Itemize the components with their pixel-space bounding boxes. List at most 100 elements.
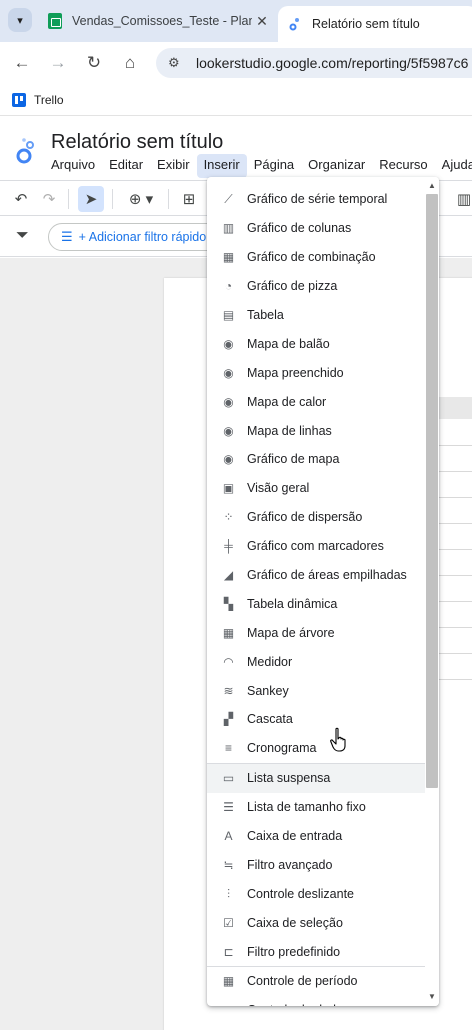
insert-menu-item[interactable]: ☑ Caixa de seleção <box>207 908 425 937</box>
scroll-up-arrow-icon[interactable]: ▲ <box>425 180 439 192</box>
menu-recurso[interactable]: Recurso <box>372 154 434 178</box>
insert-menu-item[interactable]: ☰ Lista de tamanho fixo <box>207 793 425 822</box>
gauge-icon: ◠ <box>223 654 234 669</box>
insert-menu-item[interactable]: ≒ Filtro avançado <box>207 850 425 879</box>
insert-menu-item[interactable]: ◔ Gráfico de pizza <box>207 272 425 301</box>
address-bar[interactable]: ⚙ lookerstudio.google.com/reporting/5f59… <box>156 48 472 78</box>
insert-menu-item[interactable]: ≋ Sankey <box>207 676 425 705</box>
menu-pagina[interactable]: Página <box>247 154 301 178</box>
insert-menu-list: ⟋ Gráfico de série temporal ▥ Gráfico de co… <box>207 185 425 1006</box>
site-info-icon[interactable]: ⚙ <box>168 55 186 71</box>
menu-scrollbar-thumb[interactable] <box>426 194 438 788</box>
insert-menu-item[interactable]: ▞ Cascata <box>207 705 425 734</box>
insert-menu-item[interactable]: ▭ Lista suspensa <box>207 763 425 793</box>
insert-menu-item[interactable]: ≡ Cronograma <box>207 734 425 763</box>
insert-menu-item-label: Gráfico de áreas empilhadas <box>247 568 407 583</box>
insert-menu-item-label: Filtro predefinido <box>247 944 341 959</box>
tab-search-chevron-icon[interactable]: ▾ <box>8 8 32 32</box>
undo-icon[interactable]: ↶ <box>10 186 32 212</box>
insert-menu-item-label: Visão geral <box>247 481 310 496</box>
insert-menu-item-label: Gráfico de combinação <box>247 250 376 265</box>
insert-menu-item[interactable]: ◠ Medidor <box>207 647 425 676</box>
browser-tab-report[interactable]: Relatório sem título <box>278 6 472 42</box>
pivot-table-icon: ▚ <box>223 596 234 611</box>
select-pointer-icon[interactable]: ➤ <box>78 186 104 212</box>
forward-arrow-icon[interactable]: → <box>46 52 70 74</box>
advanced-filter-icon: ≒ <box>223 857 234 872</box>
browser-tab-spreadsheet[interactable]: Vendas_Comissoes_Teste - Planilhas Googl… <box>40 6 272 36</box>
report-title[interactable]: Relatório sem título <box>51 131 223 154</box>
insert-menu-item-label: Gráfico de colunas <box>247 221 352 236</box>
waterfall-icon: ▞ <box>223 712 234 727</box>
insert-menu-item[interactable]: ▦ Gráfico de combinação <box>207 243 425 272</box>
insert-menu-item-label: Mapa de calor <box>247 394 327 409</box>
insert-menu-item-label: Mapa preenchido <box>247 365 344 380</box>
add-page-icon[interactable]: ⊞ <box>178 186 200 212</box>
insert-menu-item-label: Caixa de entrada <box>247 829 343 844</box>
menu-editar[interactable]: Editar <box>102 154 150 178</box>
insert-menu-item[interactable]: ◉ Mapa de linhas <box>207 416 425 445</box>
insert-menu-item[interactable]: ▥ Gráfico de colunas <box>207 214 425 243</box>
insert-menu-item-label: Mapa de linhas <box>247 423 332 438</box>
app-header: Relatório sem título Arquivo Editar Exib… <box>0 117 472 179</box>
insert-menu-item-label: Gráfico com marcadores <box>247 539 384 554</box>
back-arrow-icon[interactable]: ← <box>10 52 34 74</box>
tab-close-icon[interactable]: ✕ <box>252 13 272 30</box>
filter-list-icon: ☰ <box>61 229 73 244</box>
insert-menu-item[interactable]: ⫶ Controle deslizante <box>207 879 425 908</box>
looker-studio-logo-icon <box>16 138 34 164</box>
input-box-icon: A <box>224 829 233 844</box>
scroll-down-arrow-icon[interactable]: ▼ <box>425 991 439 1003</box>
bookmark-trello[interactable]: Trello <box>34 93 64 107</box>
url-text: lookerstudio.google.com/reporting/5f5987… <box>196 55 469 71</box>
tab-title: Relatório sem título <box>312 17 420 31</box>
scorecard-icon: ▣ <box>222 481 235 496</box>
insert-menu-item-label: Mapa de árvore <box>247 625 335 640</box>
toolbar-divider <box>168 189 169 209</box>
insert-menu-item-label: Filtro avançado <box>247 857 333 872</box>
insert-menu-item[interactable]: ◉ Mapa de calor <box>207 387 425 416</box>
menu-ajuda[interactable]: Ajuda <box>435 154 472 178</box>
insert-menu-item[interactable]: ▤ Tabela <box>207 301 425 330</box>
filter-icon[interactable]: ⏷ <box>16 227 29 245</box>
insert-menu-item-label: Gráfico de pizza <box>247 279 338 294</box>
redo-icon[interactable]: ↷ <box>38 186 60 212</box>
add-chart-icon[interactable]: ▥ <box>456 186 472 212</box>
reload-icon[interactable]: ↻ <box>82 52 106 74</box>
insert-menu-item[interactable]: ▮ Controle de dados <box>207 996 425 1006</box>
insert-menu-item-label: Cascata <box>247 712 293 727</box>
toolbar-divider <box>112 189 113 209</box>
insert-menu: ⟋ Gráfico de série temporal ▥ Gráfico de co… <box>207 177 439 1006</box>
trello-icon <box>12 92 26 107</box>
timeseries-icon: ⟋ <box>224 192 233 207</box>
insert-menu-item[interactable]: ▣ Visão geral <box>207 474 425 503</box>
combo-chart-icon: ▦ <box>222 250 235 265</box>
insert-menu-item[interactable]: ◉ Gráfico de mapa <box>207 445 425 474</box>
insert-menu-item[interactable]: ▚ Tabela dinâmica <box>207 589 425 618</box>
menu-exibir[interactable]: Exibir <box>150 154 197 178</box>
insert-menu-item[interactable]: ╪ Gráfico com marcadores <box>207 532 425 561</box>
globe-icon: ◉ <box>223 336 234 351</box>
menu-arquivo[interactable]: Arquivo <box>44 154 102 178</box>
insert-menu-item[interactable]: ◉ Mapa de balão <box>207 329 425 358</box>
globe-icon: ◉ <box>223 423 234 438</box>
insert-menu-item[interactable]: ▦ Mapa de árvore <box>207 618 425 647</box>
menu-organizar[interactable]: Organizar <box>301 154 372 178</box>
looker-studio-icon <box>289 18 299 31</box>
menu-inserir[interactable]: Inserir <box>196 154 247 178</box>
insert-menu-item-label: Gráfico de série temporal <box>247 192 388 207</box>
insert-menu-item-label: Controle deslizante <box>247 886 355 901</box>
insert-menu-item-label: Tabela dinâmica <box>247 596 338 611</box>
zoom-icon[interactable]: ⊕ ▾ <box>122 186 160 212</box>
insert-menu-item[interactable]: ⁘ Gráfico de dispersão <box>207 503 425 532</box>
column-chart-icon: ▥ <box>222 221 235 236</box>
menu-bar: Arquivo Editar Exibir Inserir Página Org… <box>44 154 472 178</box>
home-icon[interactable]: ⌂ <box>118 52 142 74</box>
insert-menu-item-label: Caixa de seleção <box>247 915 343 930</box>
insert-menu-item[interactable]: ⊏ Filtro predefinido <box>207 937 425 966</box>
insert-menu-item[interactable]: ▦ Controle de período <box>207 967 425 996</box>
insert-menu-item[interactable]: ◢ Gráfico de áreas empilhadas <box>207 561 425 590</box>
insert-menu-item[interactable]: ◉ Mapa preenchido <box>207 358 425 387</box>
insert-menu-item[interactable]: ⟋ Gráfico de série temporal <box>207 185 425 214</box>
insert-menu-item[interactable]: A Caixa de entrada <box>207 822 425 851</box>
